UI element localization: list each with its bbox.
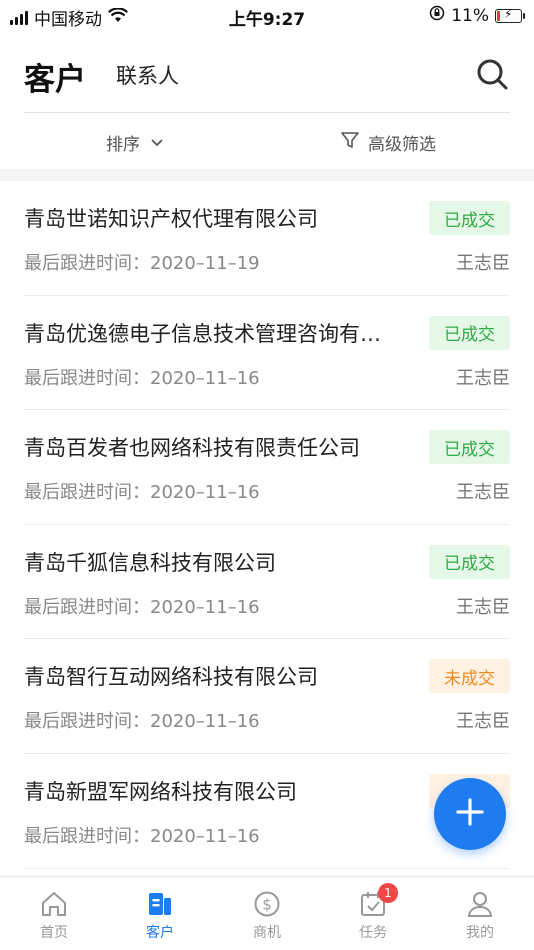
status-bar: 中国移动 上午9:27 11% ⚡ bbox=[0, 0, 534, 32]
bottom-tab-bar: 首页 客户 $ 商机 1 任务 我的 bbox=[0, 876, 534, 950]
status-badge: 已成交 bbox=[429, 315, 510, 350]
customer-name: 青岛世诺知识产权代理有限公司 bbox=[24, 207, 318, 231]
tab-contacts[interactable]: 联系人 bbox=[116, 60, 179, 90]
list-item[interactable]: 青岛百发者也网络科技有限责任公司 已成交 最后跟进时间：2020–11–16 王… bbox=[0, 410, 534, 525]
owner-name: 王志臣 bbox=[456, 253, 510, 274]
customer-name: 青岛千狐信息科技有限公司 bbox=[24, 550, 276, 575]
calendar-check-icon: 1 bbox=[358, 883, 398, 919]
tab-mine[interactable]: 我的 bbox=[440, 889, 520, 942]
status-badge: 已成交 bbox=[429, 430, 510, 465]
home-icon bbox=[39, 889, 69, 919]
dollar-icon: $ bbox=[252, 889, 282, 919]
list-item[interactable]: 青岛智行互动网络科技有限公司 未成交 最后跟进时间：2020–11–16 王志臣 bbox=[0, 639, 534, 754]
battery-percent: 11% bbox=[451, 5, 489, 26]
list-item[interactable]: 青岛世诺知识产权代理有限公司 已成交 最后跟进时间：2020–11–19 王志臣 bbox=[0, 181, 534, 296]
owner-name: 王志臣 bbox=[456, 596, 510, 618]
sort-label: 排序 bbox=[106, 135, 140, 155]
tab-opportunities-label: 商机 bbox=[253, 925, 281, 941]
last-follow-time: 最后跟进时间：2020–11–16 bbox=[24, 482, 260, 504]
tab-opportunities[interactable]: $ 商机 bbox=[227, 889, 307, 942]
status-right: 11% ⚡ bbox=[429, 5, 525, 26]
filter-bar: 排序 高级筛选 bbox=[0, 113, 534, 169]
search-icon bbox=[476, 59, 508, 94]
plus-icon bbox=[455, 797, 485, 831]
orientation-lock-icon bbox=[429, 5, 445, 26]
advanced-filter-button[interactable]: 高级筛选 bbox=[340, 130, 436, 155]
customer-name: 青岛智行互动网络科技有限公司 bbox=[24, 665, 318, 690]
advanced-filter-label: 高级筛选 bbox=[368, 135, 436, 155]
last-follow-time: 最后跟进时间：2020–11–16 bbox=[24, 825, 260, 847]
owner-name: 王志臣 bbox=[456, 711, 510, 733]
tab-mine-label: 我的 bbox=[466, 925, 494, 941]
status-badge: 已成交 bbox=[429, 201, 510, 235]
owner-name: 王志臣 bbox=[456, 367, 510, 389]
last-follow-time: 最后跟进时间：2020–11–19 bbox=[24, 253, 260, 274]
tab-customers[interactable]: 客户 bbox=[24, 54, 86, 99]
list-item[interactable]: 青岛千狐信息科技有限公司 已成交 最后跟进时间：2020–11–16 王志臣 bbox=[0, 525, 534, 640]
section-gap bbox=[0, 169, 534, 181]
filter-icon bbox=[340, 130, 360, 155]
page-header: 客户 联系人 bbox=[0, 32, 534, 112]
tab-home[interactable]: 首页 bbox=[14, 889, 94, 942]
customer-card-icon bbox=[145, 889, 175, 919]
chevron-down-icon bbox=[150, 133, 164, 153]
row-divider bbox=[24, 867, 510, 869]
svg-text:$: $ bbox=[262, 896, 272, 914]
customer-name: 青岛优逸德电子信息技术管理咨询有… bbox=[24, 321, 381, 346]
status-badge: 已成交 bbox=[429, 544, 510, 579]
sort-dropdown[interactable]: 排序 bbox=[106, 130, 164, 155]
owner-name: 王志臣 bbox=[456, 482, 510, 504]
customer-name: 青岛百发者也网络科技有限责任公司 bbox=[24, 436, 360, 461]
list-item[interactable]: 青岛优逸德电子信息技术管理咨询有… 已成交 最后跟进时间：2020–11–16 … bbox=[0, 296, 534, 411]
last-follow-time: 最后跟进时间：2020–11–16 bbox=[24, 367, 260, 389]
tab-customers-nav[interactable]: 客户 bbox=[120, 889, 200, 942]
last-follow-time: 最后跟进时间：2020–11–16 bbox=[24, 711, 260, 733]
task-count-badge: 1 bbox=[378, 883, 398, 903]
tab-home-label: 首页 bbox=[40, 925, 68, 941]
customer-list: 青岛世诺知识产权代理有限公司 已成交 最后跟进时间：2020–11–19 王志臣… bbox=[0, 181, 534, 869]
customer-name: 青岛新盟军网络科技有限公司 bbox=[24, 779, 297, 804]
last-follow-time: 最后跟进时间：2020–11–16 bbox=[24, 596, 260, 618]
user-icon bbox=[465, 889, 495, 919]
tab-tasks-label: 任务 bbox=[359, 925, 387, 941]
tab-customers-label: 客户 bbox=[146, 925, 174, 941]
tab-tasks[interactable]: 1 任务 bbox=[333, 883, 413, 942]
battery-icon: ⚡ bbox=[495, 7, 525, 23]
add-customer-button[interactable] bbox=[434, 778, 506, 850]
status-badge: 未成交 bbox=[429, 659, 510, 694]
search-button[interactable] bbox=[476, 58, 508, 90]
